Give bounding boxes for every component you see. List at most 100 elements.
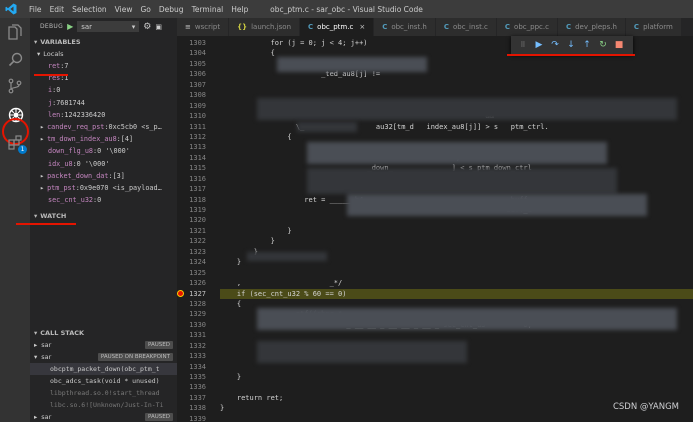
variable-row[interactable]: down_flg_u8: 0 '\000': [30, 145, 177, 157]
extensions-icon[interactable]: 1: [5, 132, 27, 154]
search-icon[interactable]: [5, 49, 25, 69]
stack-frame[interactable]: libc.so.6![Unknown/Just-In-Ti: [30, 399, 177, 411]
explorer-icon[interactable]: [5, 22, 25, 42]
line-number: 1306: [189, 70, 206, 79]
call-stack-thread[interactable]: ▾ sar PAUSED ON BREAKPOINT: [30, 351, 177, 363]
menu-selection[interactable]: Selection: [68, 5, 111, 14]
chevron-right-icon[interactable]: ▸: [40, 184, 44, 192]
activity-bar: 1: [0, 18, 30, 422]
code-line[interactable]: [220, 382, 693, 392]
stack-frame[interactable]: libpthread.so.0!start_thread: [30, 387, 177, 399]
editor-tab[interactable]: Cdev_pleps.h: [557, 18, 626, 36]
code-editor[interactable]: 1303 1304 1305 1306 1307 1308 1309 1310 1311 1312…: [177, 36, 693, 422]
editor-tab[interactable]: Cobc_ppc.c: [496, 18, 558, 36]
editor-tab[interactable]: {} launch.json: [229, 18, 301, 36]
line-number-gutter: 1303 1304 1305 1306 1307 1308 1309 1310 1311 1312…: [177, 38, 208, 422]
menu-file[interactable]: File: [25, 5, 46, 14]
call-stack-thread[interactable]: ▸ sar PAUSED: [30, 339, 177, 351]
annotation-underline: [34, 74, 68, 76]
debug-config-select[interactable]: sar ▾: [77, 21, 140, 32]
step-over-icon[interactable]: ↷: [549, 39, 561, 51]
stop-icon[interactable]: ■: [613, 39, 625, 51]
line-number: 1331: [189, 331, 206, 340]
c-file-icon: C: [443, 23, 449, 31]
c-file-icon: C: [504, 23, 511, 31]
obscured-region: [307, 168, 617, 194]
variable-row[interactable]: i: 0: [30, 84, 177, 96]
annotation-underline: [507, 54, 635, 56]
drag-handle-icon[interactable]: ⠿: [517, 39, 529, 51]
line-number: 1336: [189, 383, 206, 392]
line-number: 1303: [189, 39, 206, 47]
code-line[interactable]: }: [220, 236, 693, 246]
variable-row[interactable]: ▸ candev_req_pst: 0xc5cb0 <s_p…: [30, 121, 177, 133]
call-stack-section-header[interactable]: ▾ CALL STACK: [30, 326, 177, 339]
menu-help[interactable]: Help: [227, 5, 252, 14]
chevron-down-icon: ▾: [34, 328, 38, 337]
chevron-right-icon[interactable]: ▸: [40, 135, 44, 143]
call-stack-thread[interactable]: ▸ sar PAUSED: [30, 411, 177, 422]
restart-icon[interactable]: ↻: [597, 39, 609, 51]
obscured-region: [277, 57, 427, 72]
close-icon[interactable]: ×: [359, 23, 365, 31]
editor-tab[interactable]: Cobc_ptm.c ×: [300, 18, 375, 36]
editor-tab[interactable]: Cobc_inst.h: [374, 18, 436, 36]
variable-name: candev_req_pst: [47, 123, 105, 132]
variable-row[interactable]: idx_u8: 0 '\000': [30, 158, 177, 170]
line-number: 1304: [189, 49, 206, 58]
code-line[interactable]: }: [220, 226, 693, 236]
debug-config-value: sar: [81, 22, 93, 31]
gear-icon[interactable]: ⚙: [143, 22, 151, 32]
variables-section-header[interactable]: ▾ VARIABLES: [30, 35, 177, 48]
code-line[interactable]: \_ au32[tm_d index_au8[j]] > s ptm_ctrl.: [220, 122, 693, 132]
c-file-icon: C: [308, 23, 314, 31]
chevron-right-icon[interactable]: ▸: [40, 172, 44, 180]
editor-tab[interactable]: Cplatform: [625, 18, 682, 36]
current-execution-line[interactable]: if (sec_cnt_u32 % 60 == 0): [220, 288, 693, 299]
step-into-icon[interactable]: ↓: [565, 39, 577, 51]
stack-frame[interactable]: obcptm_packet_down(obc_ptm_t: [30, 363, 177, 375]
code-line[interactable]: , _*/: [220, 278, 693, 288]
line-number: 1310: [189, 112, 206, 121]
menu-debug[interactable]: Debug: [155, 5, 188, 14]
line-number: 1332: [189, 341, 206, 350]
code-line[interactable]: [220, 215, 693, 225]
menu-go[interactable]: Go: [136, 5, 154, 14]
terminal-icon[interactable]: ▣: [155, 23, 162, 31]
stack-frame[interactable]: obc_adcs_task(void * unused): [30, 375, 177, 387]
variable-row[interactable]: sec_cnt_u32: 0: [30, 194, 177, 206]
continue-icon[interactable]: ▶: [533, 39, 545, 51]
code-line[interactable]: [220, 330, 693, 340]
code-line[interactable]: [220, 362, 693, 372]
code-line[interactable]: }: [220, 372, 693, 382]
start-debugging-icon[interactable]: ▶: [67, 22, 73, 31]
editor-tab[interactable]: Cobc_inst.c: [435, 18, 497, 36]
variable-row[interactable]: ▸ packet_down_dat: [3]: [30, 170, 177, 182]
watch-section-header[interactable]: ▾ WATCH: [30, 209, 177, 222]
variable-row[interactable]: len: 1242336420: [30, 109, 177, 121]
variable-row[interactable]: ▸ ptm_pst: 0x9e070 <is_payload…: [30, 182, 177, 194]
code-line[interactable]: [220, 414, 693, 422]
chevron-right-icon[interactable]: ▸: [40, 123, 44, 131]
tab-label: obc_inst.h: [391, 23, 427, 31]
step-out-icon[interactable]: ↑: [581, 39, 593, 51]
debug-sidebar: DEBUG ▶ sar ▾ ⚙ ▣ ▾ VARIABLES ▾ Locals r…: [16, 18, 177, 422]
source-control-icon[interactable]: [5, 76, 25, 96]
menu-terminal[interactable]: Terminal: [188, 5, 228, 14]
line-number: 1313: [189, 143, 206, 152]
code-line[interactable]: {: [220, 132, 693, 142]
variable-row[interactable]: ▸ tm_down_index_au8: [4]: [30, 133, 177, 145]
editor-tab[interactable]: ≡ wscript: [177, 18, 230, 36]
menu-view[interactable]: View: [111, 5, 137, 14]
variable-row[interactable]: ret: 7: [30, 60, 177, 72]
locals-scope[interactable]: ▾ Locals: [30, 48, 177, 60]
tab-label: obc_ptm.c: [317, 23, 354, 31]
code-line[interactable]: [220, 80, 693, 90]
variable-name: packet_down_dat: [47, 171, 109, 180]
menu-edit[interactable]: Edit: [46, 5, 69, 14]
variable-value: 0: [56, 86, 61, 95]
tab-label: obc_inst.c: [452, 23, 488, 31]
code-line[interactable]: [220, 268, 693, 278]
vscode-logo-icon: [5, 3, 17, 15]
variable-row[interactable]: j: 7681744: [30, 97, 177, 109]
